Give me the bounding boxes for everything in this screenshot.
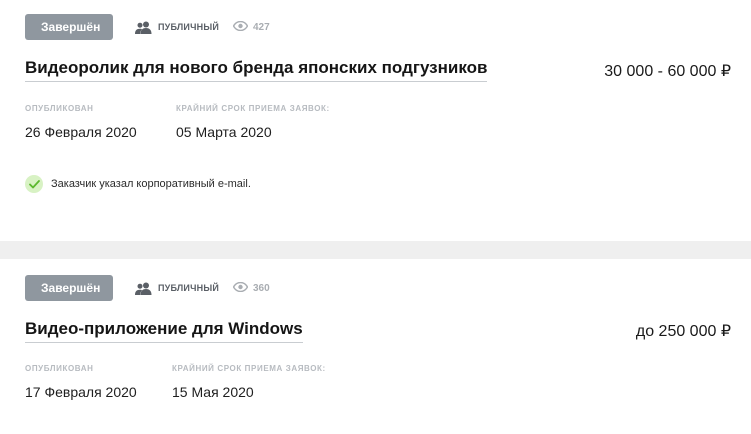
views-counter: 427 — [232, 18, 270, 36]
status-badge: Завершён — [25, 14, 113, 40]
verification-note: Заказчик указал корпоративный e-mail. — [25, 175, 251, 193]
published-block: ОПУБЛИКОВАН 26 Февраля 2020 — [25, 104, 137, 140]
verification-text: Заказчик указал корпоративный e-mail. — [51, 178, 251, 190]
deadline-date: 15 Мая 2020 — [172, 384, 254, 400]
deadline-block: КРАЙНИЙ СРОК ПРИЕМА ЗАЯВОК: 05 Марта 202… — [176, 104, 330, 140]
visibility-indicator: ПУБЛИЧНЫЙ — [135, 282, 219, 295]
deadline-label: КРАЙНИЙ СРОК ПРИЕМА ЗАЯВОК: — [176, 104, 330, 113]
eye-icon — [232, 18, 249, 36]
views-counter: 360 — [232, 279, 270, 297]
visibility-label: ПУБЛИЧНЫЙ — [158, 22, 219, 32]
published-date: 26 Февраля 2020 — [25, 124, 137, 140]
published-block: ОПУБЛИКОВАН 17 Февраля 2020 — [25, 364, 137, 400]
listing-divider — [0, 241, 751, 259]
views-count: 360 — [253, 282, 270, 294]
visibility-label: ПУБЛИЧНЫЙ — [158, 283, 219, 293]
status-badge: Завершён — [25, 275, 113, 301]
views-count: 427 — [253, 21, 270, 33]
published-label: ОПУБЛИКОВАН — [25, 104, 94, 113]
eye-icon — [232, 279, 249, 297]
listing-budget: до 250 000 ₽ — [635, 323, 731, 340]
published-date: 17 Февраля 2020 — [25, 384, 137, 400]
listing-title-link[interactable]: Видео-приложение для Windows — [25, 319, 303, 343]
check-icon — [25, 175, 43, 193]
listing-meta: Завершён ПУБЛИЧНЫЙ 360 — [25, 275, 270, 301]
listing-card: Завершён ПУБЛИЧНЫЙ 360 Видео-приложение … — [0, 259, 751, 434]
listing-card: Завершён ПУБЛИЧНЫЙ 427 Видеоролик для но… — [0, 0, 751, 241]
users-icon — [135, 282, 152, 295]
visibility-indicator: ПУБЛИЧНЫЙ — [135, 21, 219, 34]
deadline-date: 05 Марта 2020 — [176, 124, 272, 140]
deadline-label: КРАЙНИЙ СРОК ПРИЕМА ЗАЯВОК: — [172, 364, 326, 373]
published-label: ОПУБЛИКОВАН — [25, 364, 94, 373]
listing-budget: 30 000 - 60 000 ₽ — [604, 63, 731, 80]
users-icon — [135, 21, 152, 34]
listing-title-link[interactable]: Видеоролик для нового бренда японских по… — [25, 58, 488, 82]
deadline-block: КРАЙНИЙ СРОК ПРИЕМА ЗАЯВОК: 15 Мая 2020 — [172, 364, 326, 400]
listing-meta: Завершён ПУБЛИЧНЫЙ 427 — [25, 14, 270, 40]
